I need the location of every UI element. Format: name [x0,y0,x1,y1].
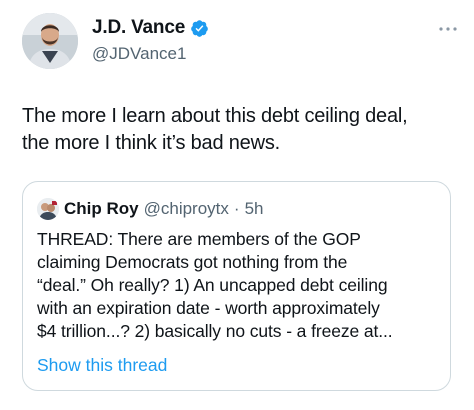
tweet-text-line: the more I think it’s bad news. [22,132,281,154]
quoted-separator: · [233,199,240,218]
author-handle[interactable]: @JDVance1 [92,44,186,64]
quoted-text-line: “deal.” Oh really? 1) An uncapped debt c… [37,275,388,295]
tweet-card: J.D. Vance @JDVance1 The more I learn ab… [0,0,474,410]
quoted-tweet-text: THREAD: There are members of the GOP cla… [37,228,442,343]
show-thread-link[interactable]: Show this thread [37,355,167,376]
author-name-row: J.D. Vance [92,17,209,39]
quoted-timestamp[interactable]: 5h [245,199,264,219]
quoted-text-line: THREAD: There are members of the GOP [37,229,361,249]
tweet-text-line: The more I learn about this debt ceiling… [22,105,408,127]
verified-badge-icon[interactable] [190,19,209,38]
quoted-author-name[interactable]: Chip Roy [64,199,139,219]
quoted-text-line: with an expiration date - worth approxim… [37,298,380,318]
tweet-text: The more I learn about this debt ceiling… [22,103,462,157]
quoted-text-line: claiming Democrats got nothing from the [37,252,348,272]
quoted-author-handle[interactable]: @chiproytx [144,199,229,219]
quoted-text-line: $4 trillion...? 2) basically no cuts - a… [37,321,393,341]
author-avatar[interactable] [22,13,78,69]
quoted-author-avatar[interactable] [37,198,59,220]
author-display-name[interactable]: J.D. Vance [92,17,185,39]
quoted-tweet-card[interactable]: Chip Roy @chiproytx · 5h THREAD: There a… [22,181,451,391]
quoted-tweet-header: Chip Roy @chiproytx · 5h [37,198,264,220]
more-options-icon[interactable] [436,22,460,34]
author-avatar-image [22,13,78,69]
